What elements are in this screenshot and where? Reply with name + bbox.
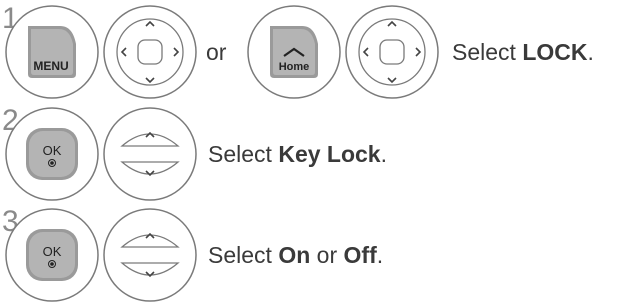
navigation-pad-icon-1[interactable] bbox=[102, 4, 198, 100]
ok-button-icon-1[interactable]: OK bbox=[4, 106, 100, 202]
ok-button-label-1: OK bbox=[43, 143, 62, 158]
or-label: or bbox=[206, 39, 227, 65]
step-3-instruction: Select On or Off. bbox=[208, 242, 384, 268]
up-down-button-icon-1[interactable] bbox=[102, 106, 198, 202]
step-1-instruction: Select LOCK. bbox=[452, 39, 594, 65]
home-button-icon[interactable]: Home bbox=[246, 4, 342, 100]
menu-button-icon[interactable]: MENU bbox=[4, 4, 100, 100]
menu-button-label: MENU bbox=[33, 59, 68, 73]
up-down-button-icon-2[interactable] bbox=[102, 207, 198, 303]
home-button-label: Home bbox=[279, 61, 310, 73]
ok-button-icon-2[interactable]: OK bbox=[4, 207, 100, 303]
navigation-pad-icon-2[interactable] bbox=[344, 4, 440, 100]
ok-button-label-2: OK bbox=[43, 244, 62, 259]
step-2-instruction: Select Key Lock. bbox=[208, 141, 387, 167]
